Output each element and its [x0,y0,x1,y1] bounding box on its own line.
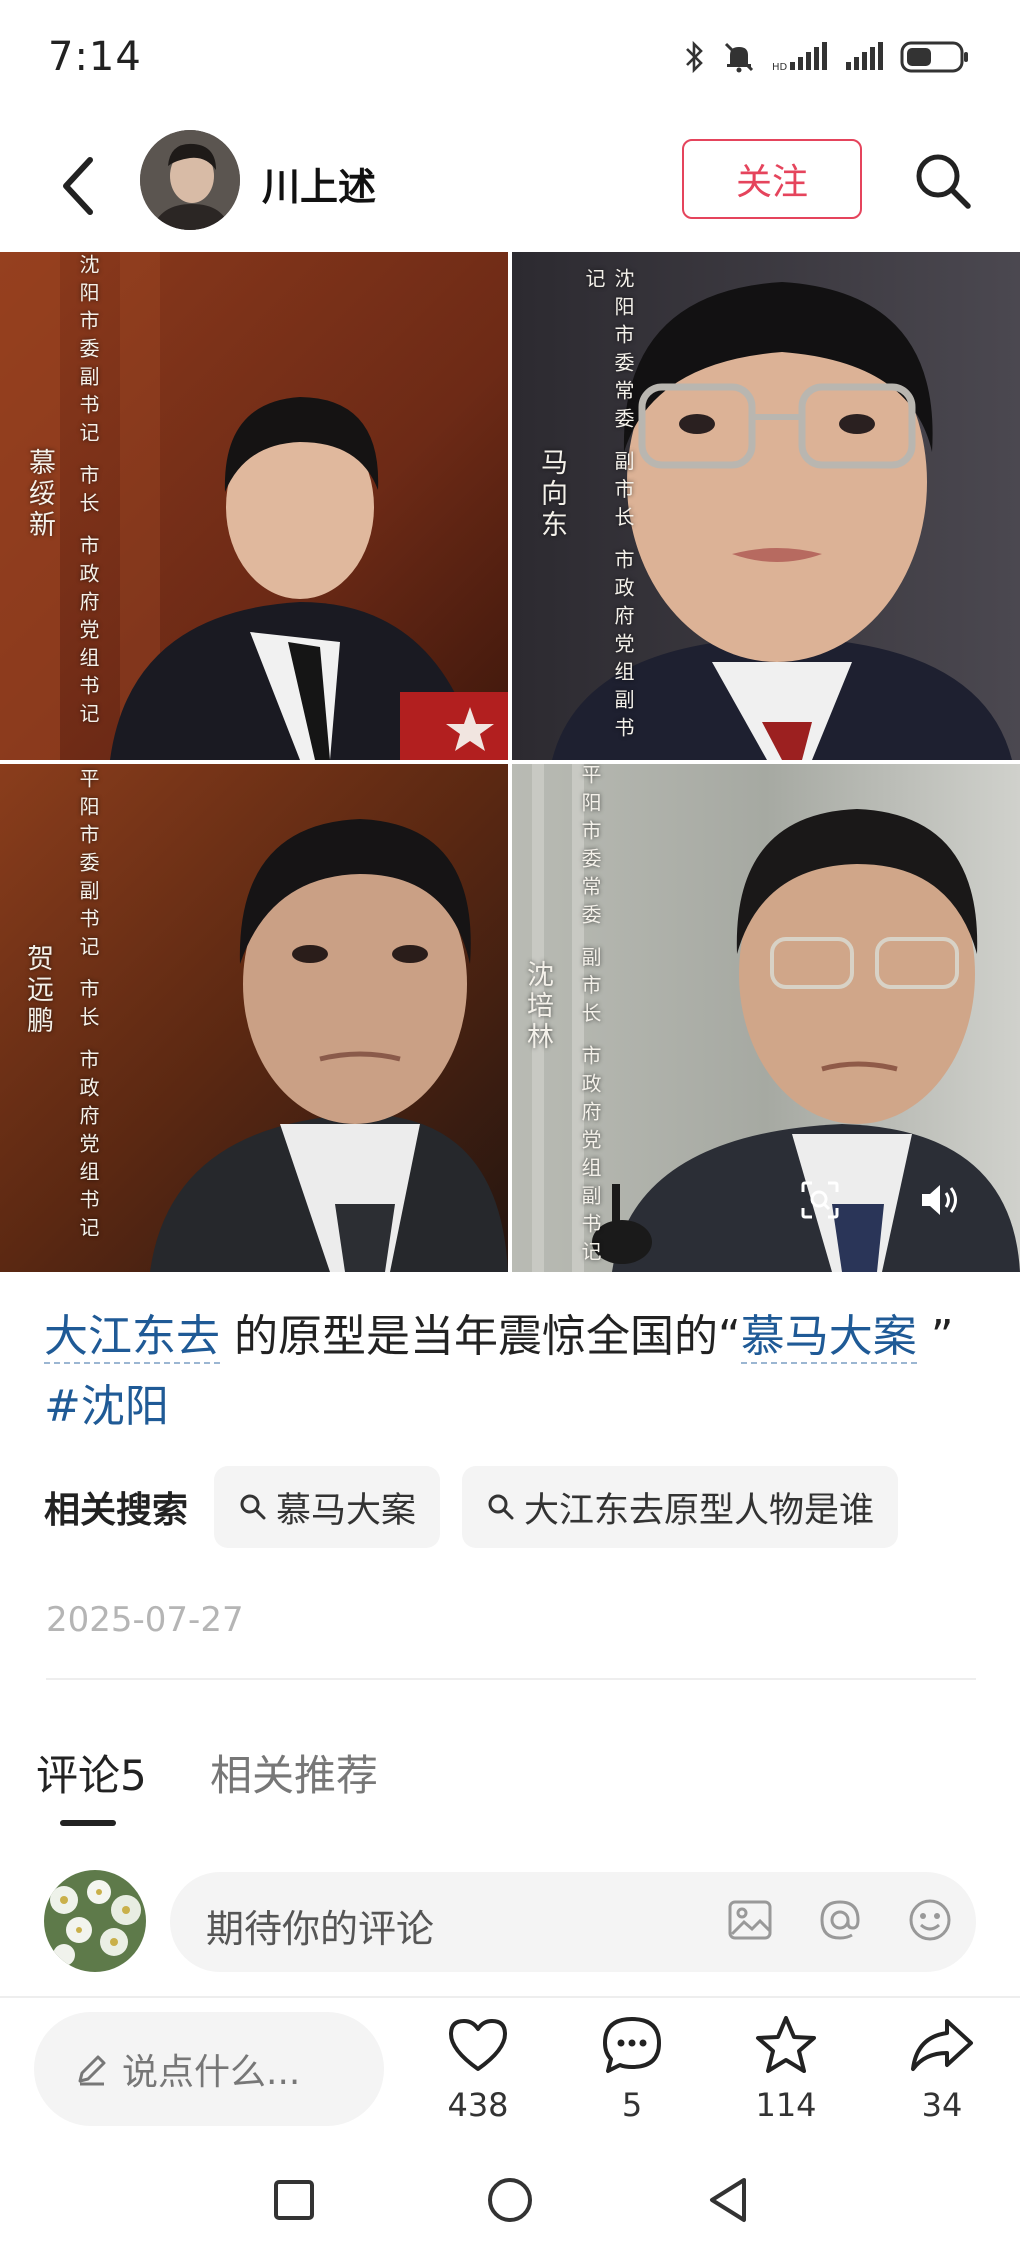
topic-link-dajiangdongqu[interactable]: 大江东去 [44,1311,220,1364]
photo-2-title: 沈阳市委常委 副市长 市政府党组副书记 [582,268,635,745]
user-avatar[interactable] [44,1870,146,1972]
photo-1-title: 沈阳市委副书记 市长 市政府党组书记 [76,254,100,731]
photo-2[interactable]: 马向东 沈阳市委常委 副市长 市政府党组副书记 [512,252,1020,760]
svg-text:HD: HD [772,62,788,72]
search-icon [238,1492,268,1522]
share-button[interactable]: 34 [882,2012,1002,2124]
favorite-count: 114 [755,2086,817,2124]
recent-apps-button[interactable] [266,2172,322,2228]
photo-3[interactable]: 贺远鹏 平阳市委副书记 市长 市政府党组书记 [0,764,508,1272]
comment-tools [724,1894,956,1950]
author-header: 川上述 关注 [0,122,1020,250]
status-icons: HD [684,40,970,74]
emoji-icon[interactable] [904,1894,956,1950]
related-chip-1[interactable]: 慕马大案 [214,1466,441,1548]
image-search-icon[interactable] [800,1180,840,1224]
tab-comments[interactable]: 评论5 [36,1742,147,1803]
photo-3-name: 贺远鹏 [22,944,53,1037]
photo-4-name: 沈培林 [522,960,553,1053]
comment-placeholder: 期待你的评论 [206,1907,435,1951]
related-chip-1-label: 慕马大案 [276,1490,417,1531]
photo-3-title: 平阳市委副书记 市长 市政府党组书记 [76,768,100,1245]
search-icon [486,1492,516,1522]
photo-1-name: 慕绥新 [24,448,55,541]
image-icon[interactable] [724,1894,776,1950]
photo-4[interactable]: 沈培林 平阳市委常委 副市长 市政府党组副书记 [512,764,1020,1272]
back-nav-button[interactable] [700,2172,756,2228]
comment-input[interactable]: 期待你的评论 [170,1872,976,1972]
say-something-input[interactable]: 说点什么... [34,2012,384,2126]
say-something-placeholder: 说点什么... [122,2052,301,2093]
like-count: 438 [447,2086,509,2124]
hashtag-link[interactable]: #沈阳 [44,1381,169,1432]
tab-related-recommendations[interactable]: 相关推荐 [210,1742,378,1803]
star-icon [726,2012,846,2078]
photo-1[interactable]: 慕绥新 沈阳市委副书记 市长 市政府党组书记 [0,252,508,760]
media-controls [800,1180,962,1224]
bluetooth-icon [684,40,706,74]
mute-bell-icon [722,40,756,74]
caption-text: 的原型是当年震惊全国的“ [220,1311,741,1362]
back-button[interactable] [48,150,108,222]
post-caption: 大江东去 的原型是当年震惊全国的“慕马大案 ” #沈阳 [44,1302,984,1442]
share-count: 34 [921,2086,963,2124]
author-name[interactable]: 川上述 [262,156,376,211]
favorite-button[interactable]: 114 [726,2012,846,2124]
system-nav-bar [0,2150,1020,2250]
divider [46,1678,976,1680]
chat-bubble-icon [572,2012,692,2078]
search-icon [916,154,971,209]
like-button[interactable]: 438 [418,2012,538,2124]
bottom-action-bar: 说点什么... 438 5 114 34 [0,1996,1020,2146]
search-button[interactable] [908,146,978,216]
square-icon [274,2180,314,2220]
related-chip-2-label: 大江东去原型人物是谁 [524,1490,875,1531]
active-tab-indicator [60,1820,116,1826]
battery-icon [900,40,970,74]
circle-icon [488,2178,532,2222]
related-search: 相关搜索 慕马大案 大江东去原型人物是谁 [44,1466,920,1548]
photo-4-title: 平阳市委常委 副市长 市政府党组副书记 [578,764,602,1269]
comment-button[interactable]: 5 [572,2012,692,2124]
post-date: 2025-07-27 [46,1600,244,1640]
pencil-icon [74,2051,110,2087]
related-search-label: 相关搜索 [44,1490,189,1531]
follow-button[interactable]: 关注 [682,139,862,219]
status-bar: 7:14 HD [0,0,1020,120]
heart-icon [418,2012,538,2078]
comment-count: 5 [621,2086,643,2124]
photo-grid[interactable]: 慕绥新 沈阳市委副书记 市长 市政府党组书记 马向东 沈阳市委常委 副市长 市政… [0,252,1020,1272]
caption-end: ” [916,1311,954,1362]
home-button[interactable] [482,2172,538,2228]
volume-icon[interactable] [918,1180,962,1224]
photo-2-name: 马向东 [536,448,567,541]
topic-link-mumadaan[interactable]: 慕马大案 [740,1311,917,1364]
triangle-back-icon [710,2178,746,2222]
author-avatar[interactable] [140,130,240,230]
share-arrow-icon [882,2012,1002,2078]
signal-2-icon [844,42,884,72]
related-chip-2[interactable]: 大江东去原型人物是谁 [462,1466,899,1548]
signal-1-icon: HD [772,42,828,72]
at-mention-icon[interactable] [814,1894,866,1950]
chevron-left-icon [63,157,93,215]
status-time: 7:14 [48,34,142,80]
